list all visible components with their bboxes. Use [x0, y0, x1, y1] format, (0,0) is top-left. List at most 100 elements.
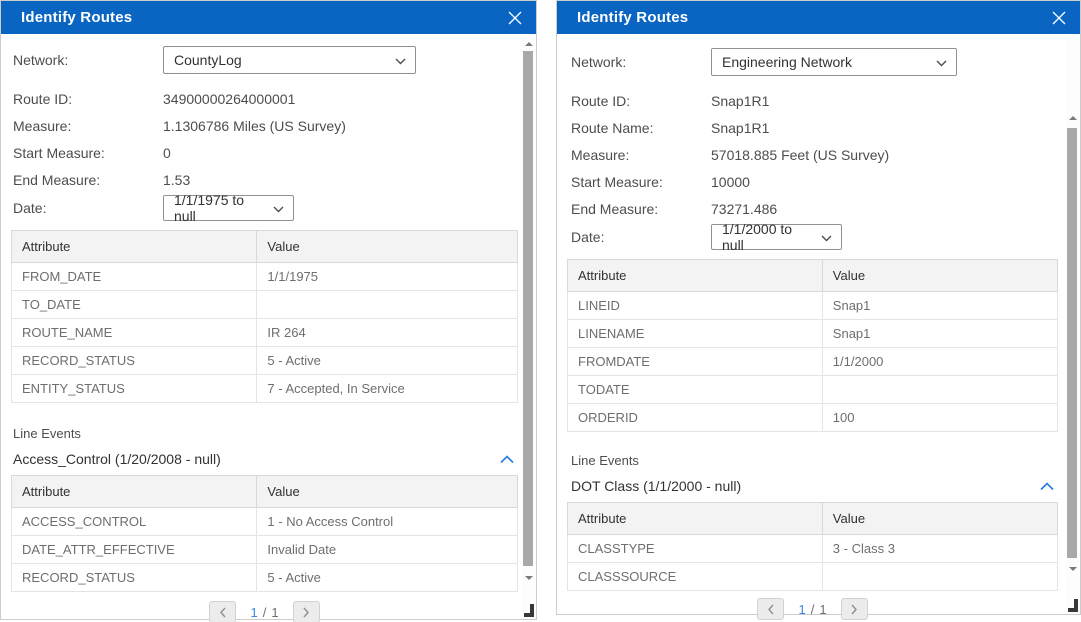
network-select[interactable]: Engineering Network — [711, 48, 957, 76]
scroll-down-arrow[interactable] — [525, 576, 533, 580]
start-measure-value: 10000 — [711, 174, 750, 190]
vertical-scrollbar — [522, 35, 535, 618]
table-row: ENTITY_STATUS7 - Accepted, In Service — [12, 375, 518, 403]
value-cell: 7 - Accepted, In Service — [257, 375, 518, 403]
field-list: Network:Engineering NetworkRoute ID:Snap… — [567, 48, 1058, 251]
attribute-cell: RECORD_STATUS — [12, 564, 257, 592]
value-cell: Snap1 — [822, 320, 1057, 348]
dialog-title-bar[interactable]: Identify Routes — [1, 1, 536, 34]
start-measure-value: 0 — [163, 145, 171, 161]
dialog-title-bar[interactable]: Identify Routes — [557, 1, 1080, 34]
resize-grip[interactable] — [1068, 599, 1078, 612]
prev-page-button[interactable] — [209, 601, 236, 622]
measure-label: Measure: — [571, 147, 711, 163]
measure-value: 57018.885 Feet (US Survey) — [711, 147, 889, 163]
event-section-header: Access_Control (1/20/2008 - null) — [11, 447, 518, 469]
close-icon[interactable] — [506, 9, 524, 27]
column-header: Attribute — [12, 231, 257, 263]
network-select[interactable]: CountyLog — [163, 46, 416, 74]
route-attribute-table: AttributeValueLINEIDSnap1LINENAMESnap1FR… — [567, 259, 1058, 432]
value-cell: 100 — [822, 404, 1057, 432]
field-row-measure: Measure:1.1306786 Miles (US Survey) — [11, 112, 518, 139]
network-label: Network: — [571, 54, 711, 70]
page-indicator: 1 / 1 — [250, 605, 278, 620]
table-row: CLASSTYPE3 - Class 3 — [568, 535, 1058, 563]
field-row-start-measure: Start Measure:0 — [11, 139, 518, 166]
column-header: Attribute — [568, 260, 823, 292]
end-measure-label: End Measure: — [571, 201, 711, 217]
field-row-measure: Measure:57018.885 Feet (US Survey) — [567, 141, 1058, 168]
chevron-up-icon[interactable] — [498, 449, 516, 469]
column-header: Value — [822, 503, 1057, 535]
identify-routes-dialog-right: Identify Routes Network:Engineering Netw… — [556, 0, 1081, 615]
attribute-cell: TO_DATE — [12, 291, 257, 319]
scroll-up-arrow[interactable] — [1069, 116, 1077, 120]
dialog-body: Network:CountyLogRoute ID:34900000264000… — [1, 34, 536, 622]
event-section-title: DOT Class (1/1/2000 - null) — [571, 478, 741, 494]
total-pages: 1 — [819, 602, 826, 617]
scroll-down-arrow[interactable] — [1069, 567, 1077, 571]
date-label: Date: — [571, 229, 711, 245]
field-row-date: Date:1/1/1975 to null — [11, 194, 518, 222]
value-cell: 5 - Active — [257, 347, 518, 375]
value-cell: 1/1/1975 — [257, 263, 518, 291]
attribute-cell: CLASSSOURCE — [568, 563, 823, 591]
close-icon[interactable] — [1050, 9, 1068, 27]
value-cell — [822, 376, 1057, 404]
date-select[interactable]: 1/1/1975 to null — [163, 195, 294, 221]
table-header-row: AttributeValue — [568, 503, 1058, 535]
attribute-cell: CLASSTYPE — [568, 535, 823, 563]
date-label: Date: — [13, 200, 163, 216]
scroll-up-arrow[interactable] — [525, 42, 533, 46]
column-header: Value — [257, 231, 518, 263]
scrollbar-thumb[interactable] — [1067, 128, 1077, 558]
value-cell: 1 - No Access Control — [257, 508, 518, 536]
line-events-label: Line Events — [11, 426, 518, 441]
line-events-label: Line Events — [567, 453, 1058, 468]
attribute-cell: LINENAME — [568, 320, 823, 348]
field-row-network: Network:CountyLog — [11, 46, 518, 74]
event-attribute-table: AttributeValueACCESS_CONTROL1 - No Acces… — [11, 475, 518, 592]
measure-value: 1.1306786 Miles (US Survey) — [163, 118, 346, 134]
page-indicator: 1 / 1 — [798, 602, 826, 617]
total-pages: 1 — [271, 605, 278, 620]
table-row: FROMDATE1/1/2000 — [568, 348, 1058, 376]
next-page-button[interactable] — [293, 601, 320, 622]
attribute-cell: ROUTE_NAME — [12, 319, 257, 347]
table-row: CLASSSOURCE — [568, 563, 1058, 591]
attribute-cell: RECORD_STATUS — [12, 347, 257, 375]
chevron-down-icon — [928, 54, 947, 70]
event-section-title: Access_Control (1/20/2008 - null) — [13, 451, 221, 467]
table-row: LINENAMESnap1 — [568, 320, 1058, 348]
table-row: RECORD_STATUS5 - Active — [12, 347, 518, 375]
dialog-body: Network:Engineering NetworkRoute ID:Snap… — [557, 34, 1080, 620]
current-page: 1 — [798, 602, 805, 617]
chevron-up-icon[interactable] — [1038, 476, 1056, 496]
attribute-cell: LINEID — [568, 292, 823, 320]
measure-label: Measure: — [13, 118, 163, 134]
end-measure-value: 1.53 — [163, 172, 190, 188]
field-row-end-measure: End Measure:1.53 — [11, 166, 518, 193]
dialog-title: Identify Routes — [577, 9, 688, 26]
chevron-down-icon — [387, 52, 406, 68]
attribute-cell: ORDERID — [568, 404, 823, 432]
start-measure-label: Start Measure: — [571, 174, 711, 190]
scrollbar-thumb[interactable] — [523, 51, 533, 566]
prev-page-button[interactable] — [757, 598, 784, 620]
network-selected-value: CountyLog — [174, 52, 242, 68]
table-row: TO_DATE — [12, 291, 518, 319]
next-page-button[interactable] — [841, 598, 868, 620]
table-row: ACCESS_CONTROL1 - No Access Control — [12, 508, 518, 536]
route-id-value: 34900000264000001 — [163, 91, 295, 107]
event-attribute-table: AttributeValueCLASSTYPE3 - Class 3CLASSS… — [567, 502, 1058, 591]
page-separator: / — [263, 605, 267, 620]
attribute-cell: ACCESS_CONTROL — [12, 508, 257, 536]
field-row-network: Network:Engineering Network — [567, 48, 1058, 76]
route-name-label: Route Name: — [571, 120, 711, 136]
field-list: Network:CountyLogRoute ID:34900000264000… — [11, 46, 518, 222]
attribute-cell: FROM_DATE — [12, 263, 257, 291]
date-select[interactable]: 1/1/2000 to null — [711, 224, 842, 250]
resize-grip[interactable] — [524, 604, 534, 617]
value-cell: Snap1 — [822, 292, 1057, 320]
attribute-cell: FROMDATE — [568, 348, 823, 376]
